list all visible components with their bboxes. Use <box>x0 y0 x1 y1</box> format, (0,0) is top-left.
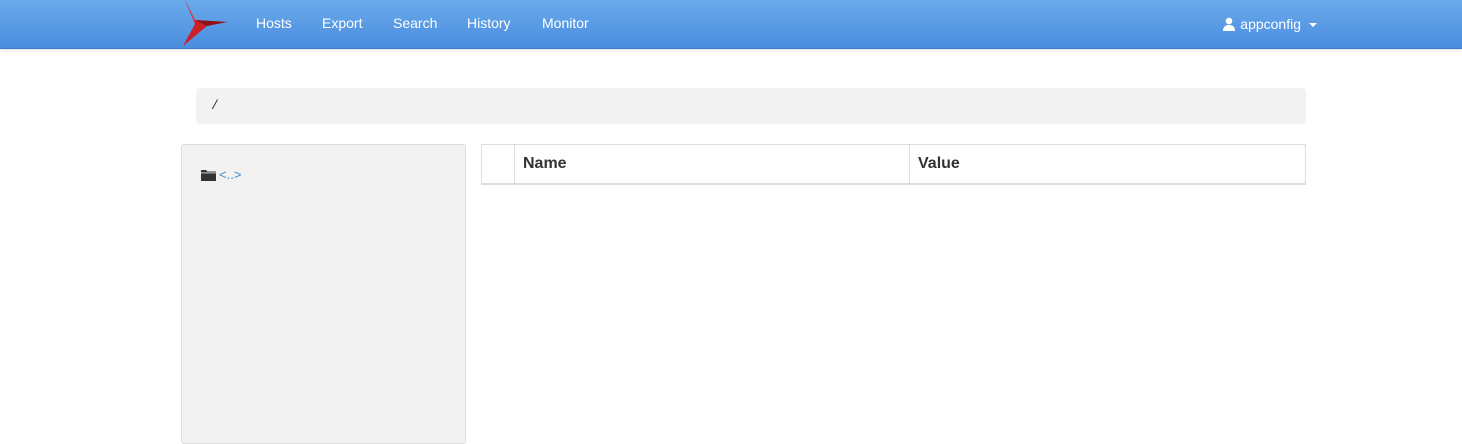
nav-export[interactable]: Export <box>322 0 362 48</box>
top-navbar: Hosts Export Search History Monitor appc… <box>0 0 1462 49</box>
breadcrumb: / <box>196 88 1306 124</box>
folder-entry-parent[interactable]: <..> <box>201 167 241 182</box>
caret-down-icon <box>1309 23 1317 27</box>
bird-logo-icon[interactable] <box>181 0 229 48</box>
nav-history[interactable]: History <box>467 0 511 48</box>
user-name: appconfig <box>1240 16 1301 32</box>
key-value-table: Name Value <box>481 144 1306 185</box>
breadcrumb-path[interactable]: / <box>211 98 219 113</box>
user-menu[interactable]: appconfig <box>1222 0 1317 48</box>
nav-search[interactable]: Search <box>393 0 437 48</box>
column-header-select[interactable] <box>481 144 515 185</box>
nav-monitor[interactable]: Monitor <box>542 0 589 48</box>
user-icon <box>1223 17 1236 31</box>
folder-link-parent[interactable]: <..> <box>219 167 241 182</box>
table-header-row: Name Value <box>481 144 1306 185</box>
folder-sidebar: <..> <box>181 144 466 444</box>
folder-icon <box>201 169 216 181</box>
nav-hosts[interactable]: Hosts <box>256 0 292 48</box>
column-header-name[interactable]: Name <box>514 144 910 185</box>
column-header-value[interactable]: Value <box>909 144 1306 185</box>
